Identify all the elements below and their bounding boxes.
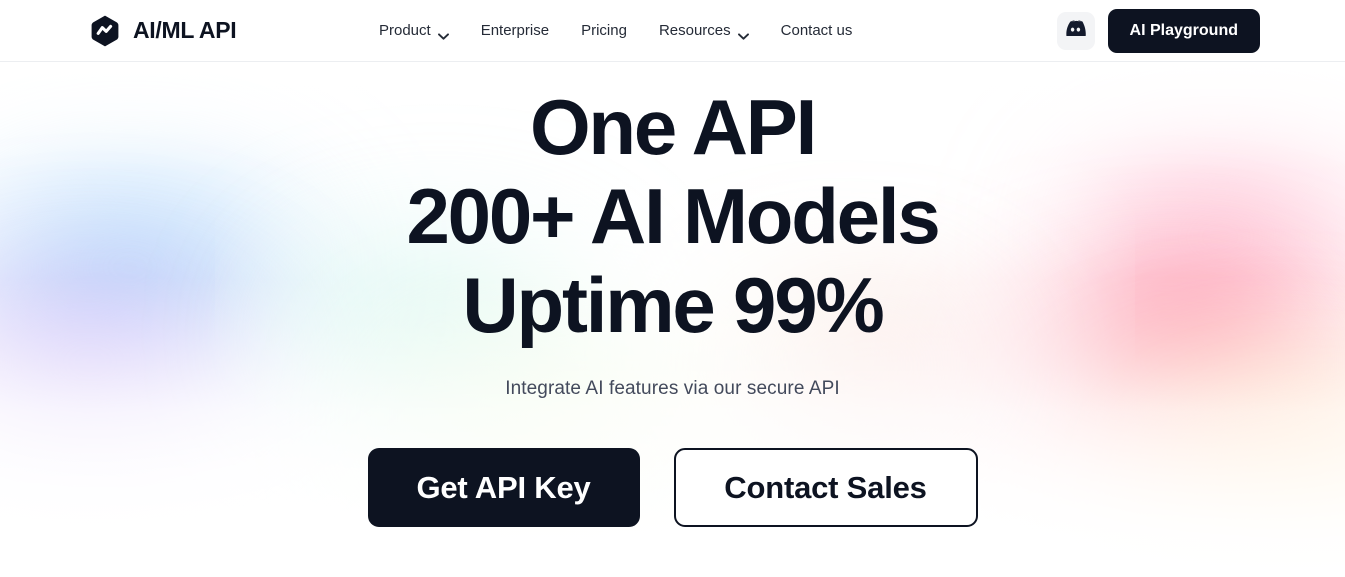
header-actions: AI Playground	[1056, 8, 1260, 53]
discord-link-button[interactable]	[1056, 11, 1095, 50]
discord-icon	[1065, 20, 1086, 41]
nav-item-pricing[interactable]: Pricing	[565, 16, 643, 45]
hero-subtitle: Integrate AI features via our secure API	[505, 378, 840, 399]
nav-item-enterprise[interactable]: Enterprise	[465, 16, 565, 45]
page-root: AI/ML API Product Enterprise Pricing Res…	[0, 0, 1345, 577]
nav-item-label: Product	[379, 22, 431, 39]
site-header: AI/ML API Product Enterprise Pricing Res…	[0, 0, 1345, 62]
brand-name: AI/ML API	[133, 17, 237, 43]
nav-item-label: Contact us	[780, 22, 853, 39]
nav-item-resources[interactable]: Resources	[643, 16, 765, 45]
nav-item-label: Enterprise	[480, 22, 550, 39]
ai-playground-button[interactable]: AI Playground	[1107, 8, 1260, 53]
hero-section: One API 200+ AI Models Uptime 99% Integr…	[0, 62, 1345, 577]
page-title: One API 200+ AI Models Uptime 99%	[0, 83, 1345, 350]
nav-item-label: Resources	[658, 22, 731, 39]
hero-title-line-3: Uptime 99%	[462, 261, 884, 349]
nav-item-label: Pricing	[581, 22, 627, 39]
hero-title-line-1: One API	[529, 83, 817, 171]
nav-item-product[interactable]: Product	[379, 16, 465, 45]
main-nav: Product Enterprise Pricing Resources Con…	[379, 16, 868, 45]
chevron-down-icon	[737, 27, 749, 40]
chevron-down-icon	[437, 27, 449, 40]
contact-sales-button[interactable]: Contact Sales	[673, 448, 978, 527]
hexagon-wave-logo-icon	[88, 14, 122, 48]
hero-content: One API 200+ AI Models Uptime 99% Integr…	[0, 83, 1345, 527]
get-api-key-button[interactable]: Get API Key	[367, 448, 640, 527]
hero-title-line-2: 200+ AI Models	[406, 172, 940, 260]
nav-item-contact-us[interactable]: Contact us	[765, 16, 869, 45]
brand-logo[interactable]: AI/ML API	[88, 14, 237, 48]
hero-cta-row: Get API Key Contact Sales	[0, 448, 1345, 527]
